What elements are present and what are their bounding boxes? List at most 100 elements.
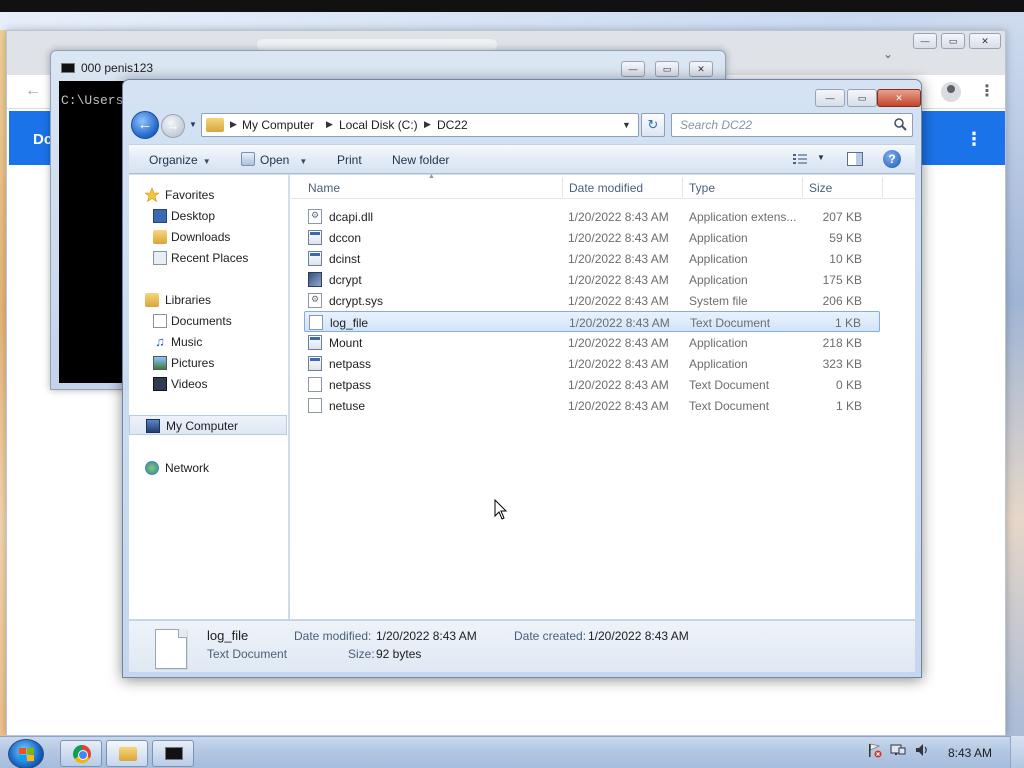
print-button[interactable]: Print [337,153,362,167]
open-label: Open [260,153,290,167]
pictures-icon [153,356,167,370]
file-row[interactable]: netpass 1/20/2022 8:43 AM Application 323 K… [304,353,880,374]
new-folder-button[interactable]: New folder [392,153,449,167]
forward-button[interactable]: → [161,114,185,138]
file-row[interactable]: dcapi.dll 1/20/2022 8:43 AM Application ex… [304,206,880,227]
view-options-icon[interactable] [793,153,807,165]
file-row[interactable]: log_file 1/20/2022 8:43 AM Text Document 1 … [304,311,880,332]
help-icon[interactable]: ? [883,150,901,168]
address-bar[interactable]: ▶ My Computer ▶ Local Disk (C:) ▶ DC22 ▼ [201,113,639,137]
nav-label: My Computer [166,419,239,433]
nav-label: Documents [171,314,232,328]
file-row[interactable]: dcrypt 1/20/2022 8:43 AM Application 175 KB [304,269,880,290]
open-button[interactable]: Open ▼ [260,153,307,167]
organize-button[interactable]: Organize ▼ [149,153,211,167]
maximize-button[interactable]: ▭ [655,61,679,77]
mouse-cursor-icon [494,499,508,520]
file-date-modified: 1/20/2022 8:43 AM [568,357,669,371]
recent-pages-dropdown[interactable]: ▼ [189,120,197,129]
console-prompt-text: C:\Users [61,93,124,108]
nav-videos[interactable]: Videos [129,374,287,394]
breadcrumb-local-disk[interactable]: Local Disk (C:) [339,118,418,132]
minimize-button[interactable]: — [913,33,937,49]
nav-my-computer[interactable]: My Computer [129,415,287,435]
refresh-button[interactable]: ↻ [641,113,665,137]
nav-pictures[interactable]: Pictures [129,353,287,373]
folder-icon [119,747,137,761]
nav-documents[interactable]: Documents [129,311,287,331]
start-button[interactable] [8,739,44,768]
breadcrumb-my-computer[interactable]: My Computer [242,118,314,132]
file-date-modified: 1/20/2022 8:43 AM [568,252,669,266]
file-date-modified: 1/20/2022 8:43 AM [568,273,669,287]
taskbar-console-button[interactable] [152,740,194,767]
file-name: log_file [330,316,369,330]
minimize-button[interactable]: — [815,89,845,107]
breadcrumb-separator-icon[interactable]: ▶ [230,119,237,130]
column-date-modified[interactable]: Date modified [569,181,643,195]
taskbar-explorer-button[interactable] [106,740,148,767]
nav-desktop[interactable]: Desktop [129,206,287,226]
file-date-modified: 1/20/2022 8:43 AM [568,210,669,224]
show-desktop-button[interactable] [1010,736,1024,768]
file-row[interactable]: dccon 1/20/2022 8:43 AM Application 59 KB [304,227,880,248]
file-row[interactable]: netuse 1/20/2022 8:43 AM Text Document 1 KB [304,395,880,416]
file-row[interactable]: dcinst 1/20/2022 8:43 AM Application 10 KB [304,248,880,269]
file-date-modified: 1/20/2022 8:43 AM [569,316,670,330]
search-icon[interactable] [893,117,907,131]
address-history-dropdown[interactable]: ▼ [622,120,631,130]
action-center-flag-icon[interactable] [866,742,882,758]
chevron-down-icon: ▼ [299,157,308,166]
file-row[interactable]: dcrypt.sys 1/20/2022 8:43 AM System file 20… [304,290,880,311]
profile-avatar-icon[interactable] [941,82,961,102]
nav-label: Libraries [165,293,212,307]
network-icon [145,461,159,475]
file-size: 175 KB [822,273,862,287]
back-button[interactable]: ← [131,111,159,139]
application-icon [308,230,322,245]
nav-libraries[interactable]: Libraries [129,290,287,310]
close-button[interactable]: ✕ [877,89,921,107]
minimize-button[interactable]: — [621,61,645,77]
file-size: 207 KB [822,210,862,224]
file-row[interactable]: netpass 1/20/2022 8:43 AM Text Document 0 K… [304,374,880,395]
column-divider[interactable] [802,177,803,197]
nav-recent-places[interactable]: Recent Places [129,248,287,268]
nav-label: Network [165,461,210,475]
breadcrumb-separator-icon[interactable]: ▶ [326,119,333,130]
back-arrow-icon[interactable]: ← [25,82,41,100]
maximize-button[interactable]: ▭ [941,33,965,49]
column-name[interactable]: Name [308,181,340,195]
search-input[interactable]: Search DC22 [671,113,913,137]
breadcrumb-dc22[interactable]: DC22 [437,118,468,132]
column-divider[interactable] [682,177,683,197]
volume-icon[interactable] [914,742,930,758]
column-divider[interactable] [562,177,563,197]
breadcrumb-separator-icon[interactable]: ▶ [424,119,431,130]
maximize-button[interactable]: ▭ [847,89,877,107]
file-size: 10 KB [829,252,862,266]
taskbar-clock[interactable]: 8:43 AM [948,746,992,760]
nav-network[interactable]: Network [129,458,287,478]
console-window-controls: — ▭ ✕ [621,61,721,77]
close-button[interactable]: ✕ [689,61,713,77]
nav-favorites[interactable]: Favorites [129,185,287,205]
column-size[interactable]: Size [809,181,832,195]
chevron-down-icon: ▼ [202,157,211,166]
preview-pane-icon[interactable] [847,152,863,166]
nav-downloads[interactable]: Downloads [129,227,287,247]
taskbar-chrome-button[interactable] [60,740,102,767]
chrome-menu-icon[interactable]: ⋮ [979,81,995,101]
file-row[interactable]: Mount 1/20/2022 8:43 AM Application 218 KB [304,332,880,353]
console-icon [165,747,183,760]
page-menu-icon[interactable]: ⋮ [965,129,983,150]
view-dropdown-chevron-icon[interactable]: ▼ [817,153,825,162]
file-date-modified: 1/20/2022 8:43 AM [568,336,669,350]
network-status-icon[interactable] [890,742,906,758]
nav-music[interactable]: ♫ Music [129,332,287,352]
file-date-modified: 1/20/2022 8:43 AM [568,294,669,308]
column-type[interactable]: Type [689,181,715,195]
close-button[interactable]: ✕ [969,33,1001,49]
chevron-down-icon[interactable]: ⌄ [883,47,893,61]
column-divider[interactable] [882,177,883,197]
